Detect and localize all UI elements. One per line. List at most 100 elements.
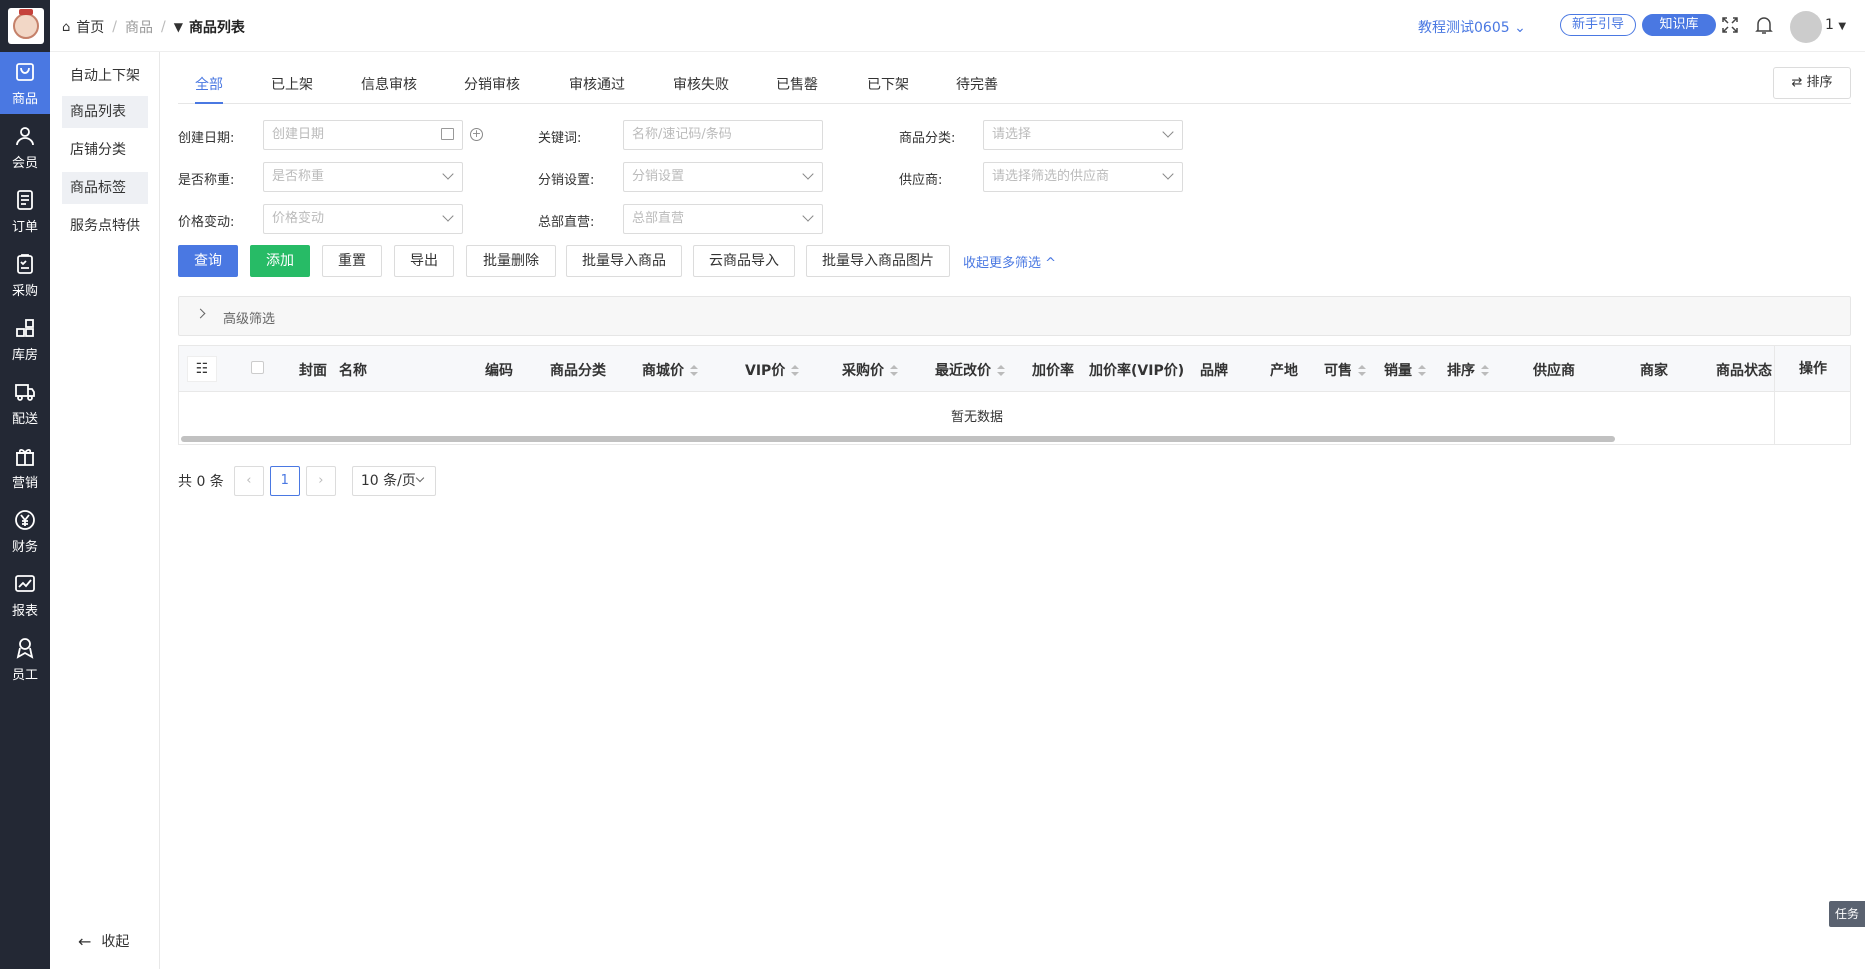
col-recent-price-change[interactable]: 最近改价 — [935, 360, 1005, 380]
tab-all[interactable]: 全部 — [195, 74, 223, 104]
weighing-placeholder: 是否称重 — [272, 169, 325, 184]
horizontal-scrollbar[interactable] — [181, 436, 1615, 442]
breadcrumb-parent[interactable]: 商品 — [125, 17, 153, 37]
tab-off-shelf[interactable]: 已下架 — [867, 74, 909, 104]
col-available[interactable]: 可售 — [1324, 360, 1366, 380]
submenu-item-auto-shelf[interactable]: 自动上下架 — [62, 60, 148, 92]
bag-icon — [16, 62, 34, 81]
tab-on-shelf[interactable]: 已上架 — [271, 74, 313, 104]
col-mall-price[interactable]: 商城价 — [642, 360, 698, 380]
chevron-down-icon — [802, 210, 814, 222]
nav-item-purchase[interactable]: 采购 — [0, 244, 50, 306]
breadcrumb: ⌂ 首页 / 商品 / ▼ 商品列表 — [62, 17, 245, 37]
hq-direct-select[interactable]: 总部直营 — [623, 204, 823, 234]
collapse-filters-link[interactable]: 收起更多筛选 ^ — [963, 252, 1056, 271]
calendar-icon — [441, 128, 454, 140]
batch-delete-button[interactable]: 批量删除 — [466, 245, 556, 277]
nav-label: 会员 — [11, 155, 38, 171]
export-button[interactable]: 导出 — [394, 245, 454, 277]
empty-state: 暂无数据 — [950, 410, 1003, 425]
batch-import-button[interactable]: 批量导入商品 — [566, 245, 682, 277]
fullscreen-icon[interactable] — [1721, 16, 1739, 34]
chevron-down-icon — [415, 473, 425, 483]
col-status: 商品状态 — [1716, 363, 1772, 379]
create-date-label: 创建日期: — [178, 131, 235, 146]
top-header: ⌂ 首页 / 商品 / ▼ 商品列表 教程测试0605 ⌄ 新手引导 知识库 1… — [50, 0, 1865, 52]
store-switcher[interactable]: 教程测试0605 ⌄ — [1418, 17, 1526, 37]
submenu-item-service-point[interactable]: 服务点特供 — [62, 210, 148, 242]
operation-column: 操作 — [1774, 346, 1850, 444]
tab-distribution-review[interactable]: 分销审核 — [464, 74, 520, 104]
table-header: ☷ 封面 名称 编码 商品分类 商城价 VIP价 采购价 最近改价 加价率 加价… — [179, 346, 1850, 392]
supplier-select[interactable]: 请选择筛选的供应商 — [983, 162, 1183, 192]
guide-button[interactable]: 新手引导 — [1560, 14, 1636, 36]
nav-item-goods[interactable]: 商品 — [0, 52, 50, 114]
nav-label: 采购 — [11, 283, 38, 299]
col-sort[interactable]: 排序 — [1447, 360, 1489, 380]
page-size-select[interactable]: 10 条/页 — [351, 466, 436, 496]
add-circle-icon[interactable]: + — [470, 128, 483, 141]
collapse-sidebar-button[interactable]: ← 收起 — [78, 931, 129, 951]
tab-review-failed[interactable]: 审核失败 — [673, 74, 729, 104]
nav-item-delivery[interactable]: 配送 — [0, 372, 50, 434]
add-button[interactable]: 添加 — [250, 245, 310, 277]
col-purchase-price[interactable]: 采购价 — [842, 360, 898, 380]
prev-page-button[interactable]: ‹ — [233, 466, 264, 496]
reset-button[interactable]: 重置 — [322, 245, 382, 277]
knowledge-base-button[interactable]: 知识库 — [1642, 14, 1716, 36]
sort-icon[interactable] — [890, 365, 898, 377]
bell-icon[interactable] — [1755, 15, 1773, 35]
tab-sold-out[interactable]: 已售罄 — [776, 74, 818, 104]
breadcrumb-current: 商品列表 — [188, 20, 245, 36]
price-change-select[interactable]: 价格变动 — [263, 204, 463, 234]
nav-item-members[interactable]: 会员 — [0, 116, 50, 178]
nav-item-warehouse[interactable]: 库房 — [0, 308, 50, 370]
nav-item-reports[interactable]: 报表 — [0, 564, 50, 626]
user-menu[interactable]: 1 ▼ — [1825, 17, 1846, 33]
col-vip-price[interactable]: VIP价 — [745, 360, 800, 380]
submenu-item-goods-tags[interactable]: 商品标签 — [62, 172, 148, 204]
col-merchant: 商家 — [1640, 363, 1668, 379]
create-date-picker[interactable]: 创建日期 — [263, 120, 463, 150]
col-name: 名称 — [339, 363, 367, 379]
tab-review-passed[interactable]: 审核通过 — [569, 74, 625, 104]
col-sales[interactable]: 销量 — [1384, 360, 1426, 380]
chevron-down-icon — [442, 210, 454, 222]
brand-logo[interactable] — [8, 8, 44, 44]
sort-icon[interactable] — [1481, 365, 1489, 377]
chevron-down-icon — [1162, 126, 1174, 138]
category-select[interactable]: 请选择 — [983, 120, 1183, 150]
chevron-down-icon — [442, 168, 454, 180]
submenu-item-goods-list[interactable]: 商品列表 — [62, 96, 148, 128]
sort-icon[interactable] — [791, 365, 800, 377]
breadcrumb-home[interactable]: 首页 — [76, 17, 104, 37]
nav-item-finance[interactable]: 财务 — [0, 500, 50, 562]
advanced-filter-panel[interactable]: 高级筛选 — [178, 296, 1851, 336]
column-settings-icon[interactable]: ☷ — [187, 356, 217, 382]
price-change-label: 价格变动: — [178, 215, 235, 230]
nav-item-marketing[interactable]: 营销 — [0, 436, 50, 498]
sort-icon[interactable] — [690, 365, 698, 377]
sort-icon[interactable] — [1358, 365, 1366, 377]
submenu-item-shop-category[interactable]: 店铺分类 — [62, 134, 148, 166]
nav-label: 库房 — [11, 347, 38, 363]
sort-icon[interactable] — [997, 365, 1005, 377]
select-all-checkbox[interactable] — [251, 361, 264, 374]
next-page-button[interactable]: › — [305, 466, 336, 496]
sort-button[interactable]: ⇄ 排序 — [1773, 67, 1851, 99]
sort-icon[interactable] — [1418, 365, 1426, 377]
tab-to-complete[interactable]: 待完善 — [956, 74, 998, 104]
distribution-select[interactable]: 分销设置 — [623, 162, 823, 192]
avatar[interactable] — [1790, 11, 1822, 43]
cloud-import-button[interactable]: 云商品导入 — [693, 245, 795, 277]
page-1-button[interactable]: 1 — [269, 466, 300, 496]
gift-icon — [16, 448, 34, 466]
query-button[interactable]: 查询 — [178, 245, 238, 277]
keyword-input[interactable]: 名称/速记码/条码 — [623, 120, 823, 150]
nav-item-staff[interactable]: 员工 — [0, 628, 50, 690]
batch-import-images-button[interactable]: 批量导入商品图片 — [806, 245, 950, 277]
nav-item-orders[interactable]: 订单 — [0, 180, 50, 242]
weighing-select[interactable]: 是否称重 — [263, 162, 463, 192]
tab-info-review[interactable]: 信息审核 — [361, 74, 417, 104]
task-button[interactable]: 任务 — [1829, 901, 1865, 927]
